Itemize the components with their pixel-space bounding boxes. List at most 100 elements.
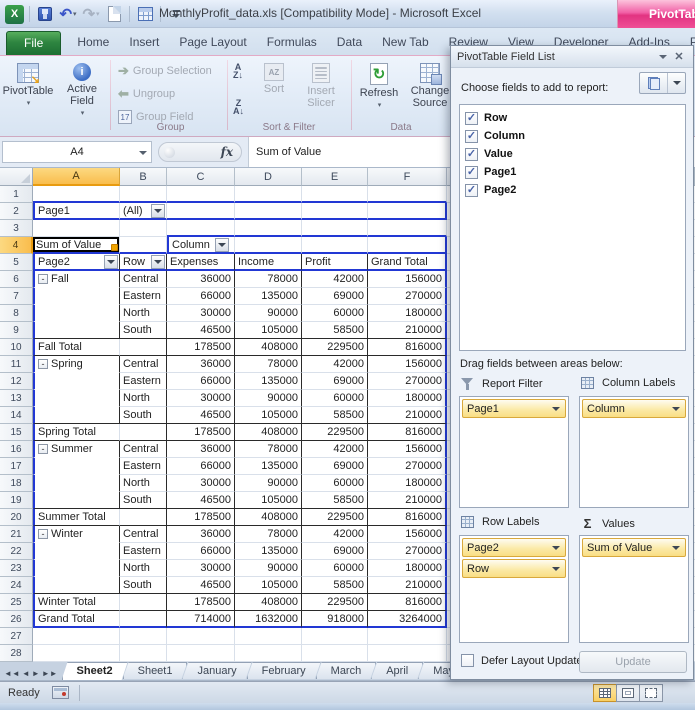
cell-E26[interactable]: 918000	[302, 611, 368, 628]
active-field-button[interactable]: i Active Field ▾	[57, 58, 107, 132]
cell-F16[interactable]: 156000	[368, 441, 447, 458]
page-break-view-button[interactable]	[639, 684, 663, 702]
tab-file[interactable]: File	[6, 31, 61, 55]
cell-A2[interactable]: Page1	[33, 203, 120, 220]
cell-C26[interactable]: 714000	[167, 611, 235, 628]
pane-menu-icon[interactable]	[655, 49, 671, 64]
cell-A18[interactable]	[33, 475, 120, 492]
cell-C6[interactable]: 36000	[167, 271, 235, 288]
column-header-B[interactable]: B	[120, 168, 167, 186]
cell-E18[interactable]: 60000	[302, 475, 368, 492]
cell-D22[interactable]: 135000	[235, 543, 302, 560]
cell-C21[interactable]: 36000	[167, 526, 235, 543]
pane-title-bar[interactable]: PivotTable Field List ✕	[451, 46, 693, 68]
next-sheet-icon[interactable]: ►	[32, 669, 40, 678]
cell-E19[interactable]: 58500	[302, 492, 368, 509]
cell-D26[interactable]: 1632000	[235, 611, 302, 628]
cell-D28[interactable]	[235, 645, 302, 662]
cell-C18[interactable]: 30000	[167, 475, 235, 492]
cell-B1[interactable]	[120, 186, 167, 203]
row-header-21[interactable]: 21	[0, 526, 33, 543]
cell-C1[interactable]	[167, 186, 235, 203]
collapse-icon[interactable]: -	[38, 274, 48, 284]
cell-C9[interactable]: 46500	[167, 322, 235, 339]
cell-E22[interactable]: 69000	[302, 543, 368, 560]
cell-B9[interactable]: South	[120, 322, 167, 339]
cell-A23[interactable]	[33, 560, 120, 577]
cell-D2[interactable]	[235, 203, 302, 220]
collapse-icon[interactable]: -	[38, 444, 48, 454]
cell-A25[interactable]: Winter Total	[33, 594, 120, 611]
cell-B21[interactable]: Central	[120, 526, 167, 543]
row-header-27[interactable]: 27	[0, 628, 33, 645]
cell-D27[interactable]	[235, 628, 302, 645]
cell-C8[interactable]: 30000	[167, 305, 235, 322]
cell-F26[interactable]: 3264000	[368, 611, 447, 628]
cell-A28[interactable]	[33, 645, 120, 662]
cell-A19[interactable]	[33, 492, 120, 509]
change-source-button[interactable]: Change Source	[404, 58, 456, 132]
field-button-page1[interactable]: Page1	[462, 399, 566, 418]
report-filter-area[interactable]: Page1	[459, 396, 569, 508]
cell-A9[interactable]	[33, 322, 120, 339]
row-header-14[interactable]: 14	[0, 407, 33, 424]
dropdown-arrow-icon[interactable]	[672, 546, 680, 550]
cell-D8[interactable]: 90000	[235, 305, 302, 322]
cell-F5[interactable]: Grand Total	[368, 254, 447, 271]
cell-B12[interactable]: Eastern	[120, 373, 167, 390]
cell-E10[interactable]: 229500	[302, 339, 368, 356]
row-header-11[interactable]: 11	[0, 356, 33, 373]
cell-D14[interactable]: 105000	[235, 407, 302, 424]
cell-A11[interactable]: -Spring	[33, 356, 120, 373]
sheet-tab-sheet1[interactable]: Sheet1	[123, 662, 188, 679]
dropdown-arrow-icon[interactable]	[151, 255, 165, 269]
sheet-tab-sheet2[interactable]: Sheet2	[62, 662, 128, 680]
dropdown-arrow-icon[interactable]	[552, 546, 560, 550]
cell-C3[interactable]	[167, 220, 235, 237]
cell-D25[interactable]: 408000	[235, 594, 302, 611]
cell-F17[interactable]: 270000	[368, 458, 447, 475]
cell-C11[interactable]: 36000	[167, 356, 235, 373]
row-header-22[interactable]: 22	[0, 543, 33, 560]
last-sheet-icon[interactable]: ►►	[42, 669, 58, 678]
tab-new-tab[interactable]: New Tab	[372, 31, 438, 55]
row-header-20[interactable]: 20	[0, 509, 33, 526]
row-header-25[interactable]: 25	[0, 594, 33, 611]
field-item-page2[interactable]: ✓Page2	[460, 181, 685, 199]
cell-C4[interactable]: Column	[167, 237, 235, 254]
cell-A24[interactable]	[33, 577, 120, 594]
cell-E1[interactable]	[302, 186, 368, 203]
field-button-row[interactable]: Row	[462, 559, 566, 578]
cell-A20[interactable]: Summer Total	[33, 509, 120, 526]
undo-icon[interactable]: ↶▾	[58, 4, 78, 24]
field-button-sum-of-value[interactable]: Sum of Value	[582, 538, 686, 557]
column-labels-area[interactable]: Column	[579, 396, 689, 508]
sheet-tab-february[interactable]: February	[247, 662, 321, 679]
refresh-button[interactable]: ↻ Refresh ▾	[356, 58, 402, 132]
cell-C7[interactable]: 66000	[167, 288, 235, 305]
dropdown-arrow-icon[interactable]	[552, 407, 560, 411]
cell-B8[interactable]: North	[120, 305, 167, 322]
cell-F21[interactable]: 156000	[368, 526, 447, 543]
sort-descending-button[interactable]: ZA↓	[233, 98, 244, 116]
cell-A4[interactable]: Sum of Value	[33, 237, 120, 254]
group-selection-button[interactable]: ➔ Group Selection	[118, 62, 212, 80]
save-icon[interactable]	[35, 4, 55, 24]
dropdown-arrow-icon[interactable]	[215, 238, 229, 252]
cell-F14[interactable]: 210000	[368, 407, 447, 424]
column-header-E[interactable]: E	[302, 168, 368, 186]
cell-A13[interactable]	[33, 390, 120, 407]
cell-A22[interactable]	[33, 543, 120, 560]
dropdown-arrow-icon[interactable]	[104, 255, 118, 269]
cell-D20[interactable]: 408000	[235, 509, 302, 526]
checkbox-checked-icon[interactable]: ✓	[465, 130, 478, 143]
field-item-value[interactable]: ✓Value	[460, 145, 685, 163]
cell-B3[interactable]	[120, 220, 167, 237]
row-header-10[interactable]: 10	[0, 339, 33, 356]
redo-icon[interactable]: ↷▾	[81, 4, 101, 24]
cell-A27[interactable]	[33, 628, 120, 645]
cell-A17[interactable]	[33, 458, 120, 475]
cell-C5[interactable]: Expenses	[167, 254, 235, 271]
cell-D12[interactable]: 135000	[235, 373, 302, 390]
cell-B10[interactable]	[120, 339, 167, 356]
